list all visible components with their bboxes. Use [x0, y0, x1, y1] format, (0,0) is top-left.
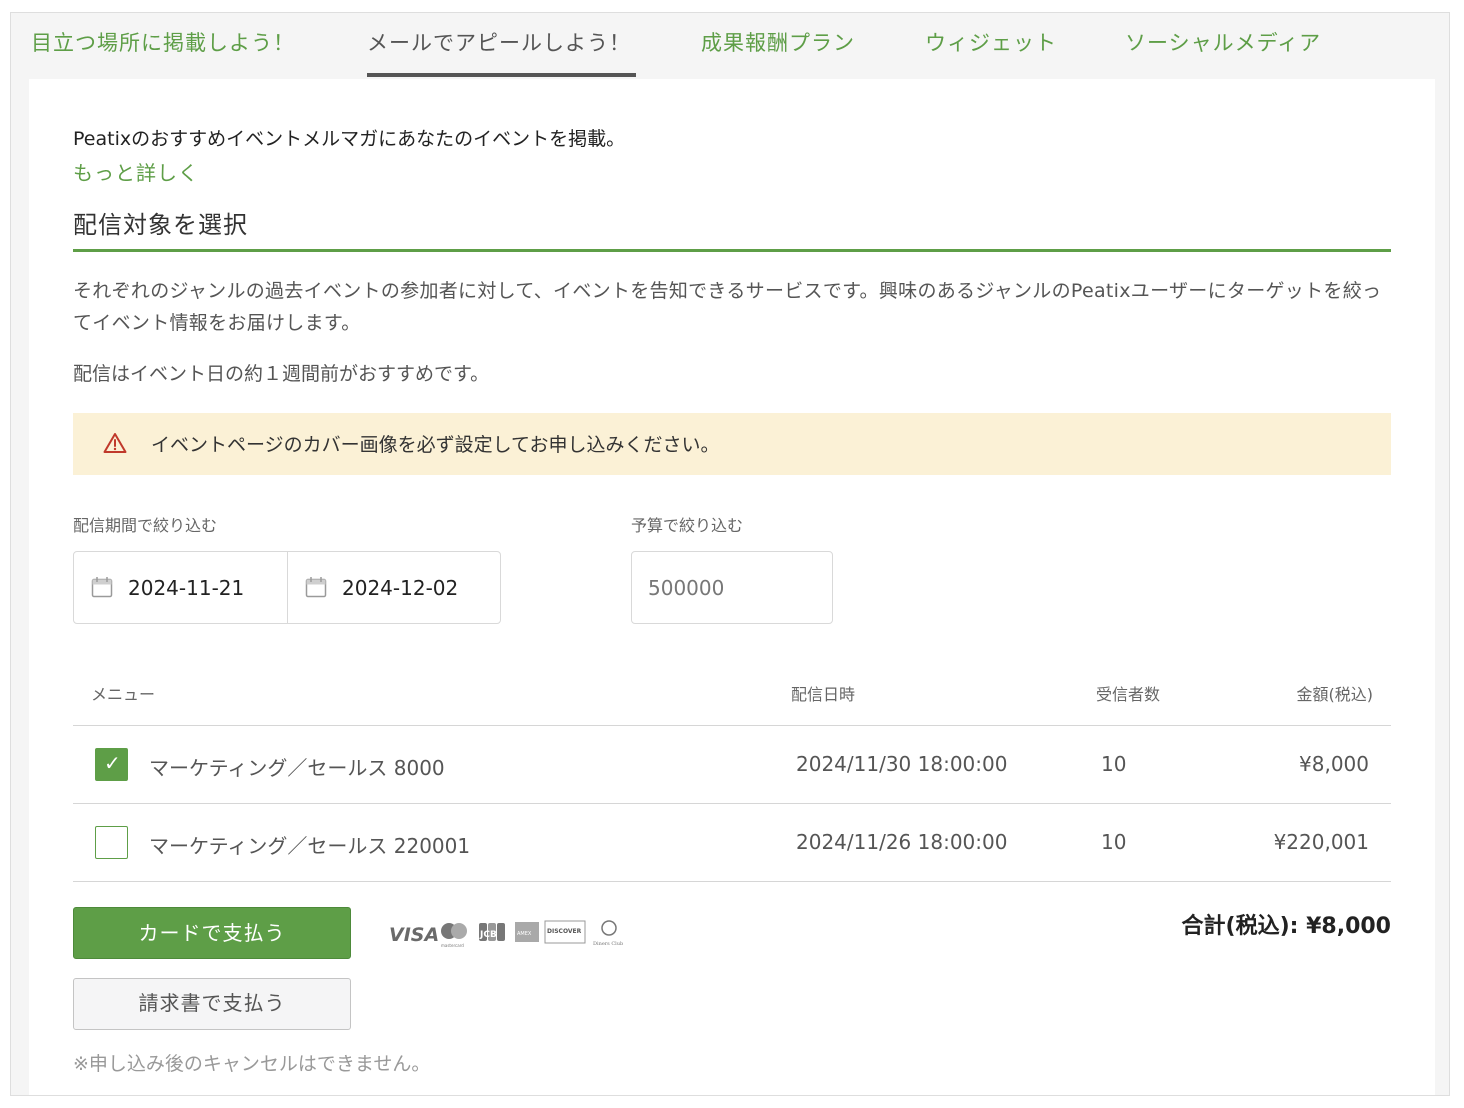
order-total: 合計(税込): ¥8,000 [1181, 914, 1391, 939]
mastercard-logo-text: mastercard [441, 943, 464, 948]
row-menu-name: マーケティング／セールス 220001 [149, 834, 471, 858]
budget-filter-label: 予算で絞り込む [631, 516, 744, 535]
start-date-field[interactable]: 2024-11-21 [74, 552, 287, 623]
checkmark-icon: ✓ [104, 751, 121, 775]
row-delivery-date: 2024/11/30 18:00:00 [796, 752, 1008, 776]
diners-club-logo-icon: Diners Club [593, 920, 623, 947]
column-header-recipients: 受信者数 [1096, 685, 1161, 704]
discover-logo-icon: DISCOVER [544, 920, 586, 944]
email-promotion-content: Peatixのおすすめイベントメルマガにあなたのイベントを掲載。 もっと詳しく … [29, 79, 1435, 1095]
jcb-logo-icon: JCB [479, 923, 505, 941]
row-menu-name: マーケティング／セールス 8000 [149, 756, 445, 780]
amex-logo-text: AMEX [517, 931, 532, 937]
notice-text: イベントページのカバー画像を必ず設定してお申し込みください。 [151, 434, 720, 456]
tab-bar: 目立つ場所に掲載しよう！ メールでアピールしよう！ 成果報酬プラン ウィジェット… [11, 13, 1449, 79]
budget-input[interactable] [631, 551, 833, 624]
amex-logo-icon: AMEX [515, 922, 539, 942]
tab-featured-placement[interactable]: 目立つ場所に掲載しよう！ [31, 13, 295, 79]
start-date-value: 2024-11-21 [128, 576, 245, 600]
diners-logo-text: Diners Club [593, 941, 623, 947]
column-header-delivery-date: 配信日時 [791, 685, 856, 704]
period-filter-label: 配信期間で絞り込む [73, 516, 218, 535]
table-row: ✓ マーケティング／セールス 8000 2024/11/30 18:00:00 … [73, 726, 1391, 803]
tab-social-media[interactable]: ソーシャルメディア [1125, 13, 1321, 79]
section-divider [73, 249, 1391, 252]
jcb-logo-text: JCB [479, 930, 497, 940]
visa-logo-icon: VISA [389, 924, 439, 946]
row-price: ¥220,001 [1273, 830, 1369, 854]
cover-image-notice: イベントページのカバー画像を必ず設定してお申し込みください。 [73, 413, 1391, 475]
tab-widget[interactable]: ウィジェット [925, 13, 1057, 79]
end-date-field[interactable]: 2024-12-02 [287, 552, 501, 623]
visa-logo-text: VISA [389, 924, 439, 946]
row-checkbox-unchecked[interactable] [95, 826, 128, 859]
tab-email-promotion[interactable]: メールでアピールしよう！ [367, 13, 631, 79]
row-recipient-count: 10 [1101, 830, 1127, 854]
mastercard-logo-icon: mastercard [441, 923, 467, 948]
table-row: マーケティング／セールス 220001 2024/11/26 18:00:00 … [73, 804, 1391, 881]
column-header-menu: メニュー [91, 685, 156, 704]
row-delivery-date: 2024/11/26 18:00:00 [796, 830, 1008, 854]
tab-affiliate-plan[interactable]: 成果報酬プラン [701, 13, 855, 79]
calendar-icon [305, 577, 327, 598]
section-description: それぞれのジャンルの過去イベントの参加者に対して、イベントを告知できるサービスで… [73, 280, 1382, 334]
pay-by-invoice-button[interactable]: 請求書で支払う [73, 978, 351, 1030]
row-recipient-count: 10 [1101, 752, 1127, 776]
section-title: 配信対象を選択 [73, 211, 248, 239]
end-date-value: 2024-12-02 [342, 576, 459, 600]
calendar-icon [91, 577, 113, 598]
active-tab-indicator [367, 73, 636, 77]
warning-icon [103, 433, 127, 453]
discover-logo-text: DISCOVER [547, 928, 582, 935]
row-checkbox-checked[interactable]: ✓ [95, 748, 128, 781]
table-divider [73, 881, 1391, 882]
promotion-panel: 目立つ場所に掲載しよう！ メールでアピールしよう！ 成果報酬プラン ウィジェット… [10, 12, 1450, 1096]
cancellation-note: ※申し込み後のキャンセルはできません。 [73, 1053, 431, 1075]
date-range-picker: 2024-11-21 2024-12-02 [73, 551, 501, 624]
payment-brands: VISA mastercard JCB AMEX DISCOVER Diners… [389, 920, 623, 948]
timing-recommendation: 配信はイベント日の約１週間前がおすすめです。 [73, 363, 490, 385]
more-details-link[interactable]: もっと詳しく [73, 157, 199, 186]
intro-text: Peatixのおすすめイベントメルマガにあなたのイベントを掲載。 [73, 128, 626, 150]
row-price: ¥8,000 [1299, 752, 1369, 776]
pay-by-card-button[interactable]: カードで支払う [73, 907, 351, 959]
column-header-price: 金額(税込) [1296, 685, 1374, 704]
